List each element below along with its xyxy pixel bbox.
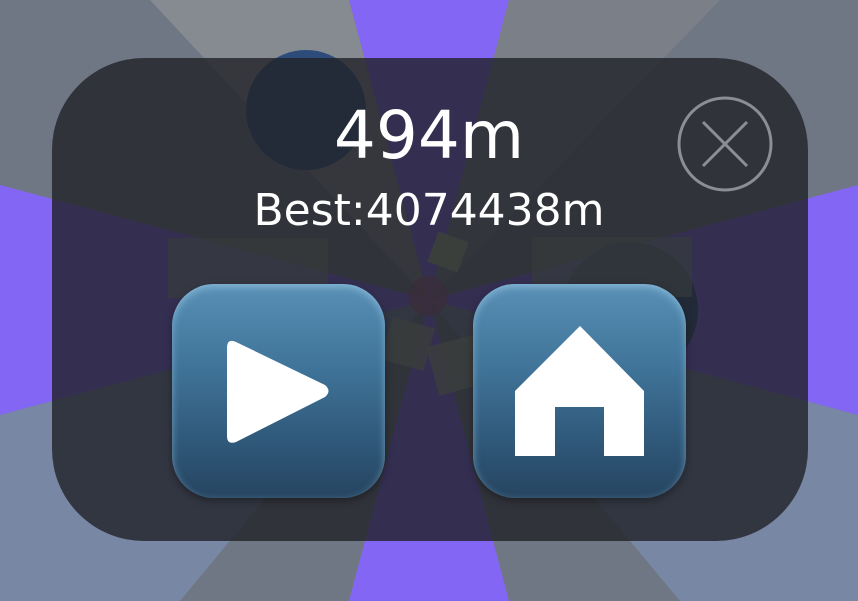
home-button[interactable] <box>473 284 686 498</box>
play-button[interactable] <box>172 284 385 498</box>
play-icon <box>227 340 329 443</box>
home-icon <box>515 326 644 456</box>
close-button[interactable] <box>677 96 773 192</box>
close-icon <box>677 96 773 192</box>
